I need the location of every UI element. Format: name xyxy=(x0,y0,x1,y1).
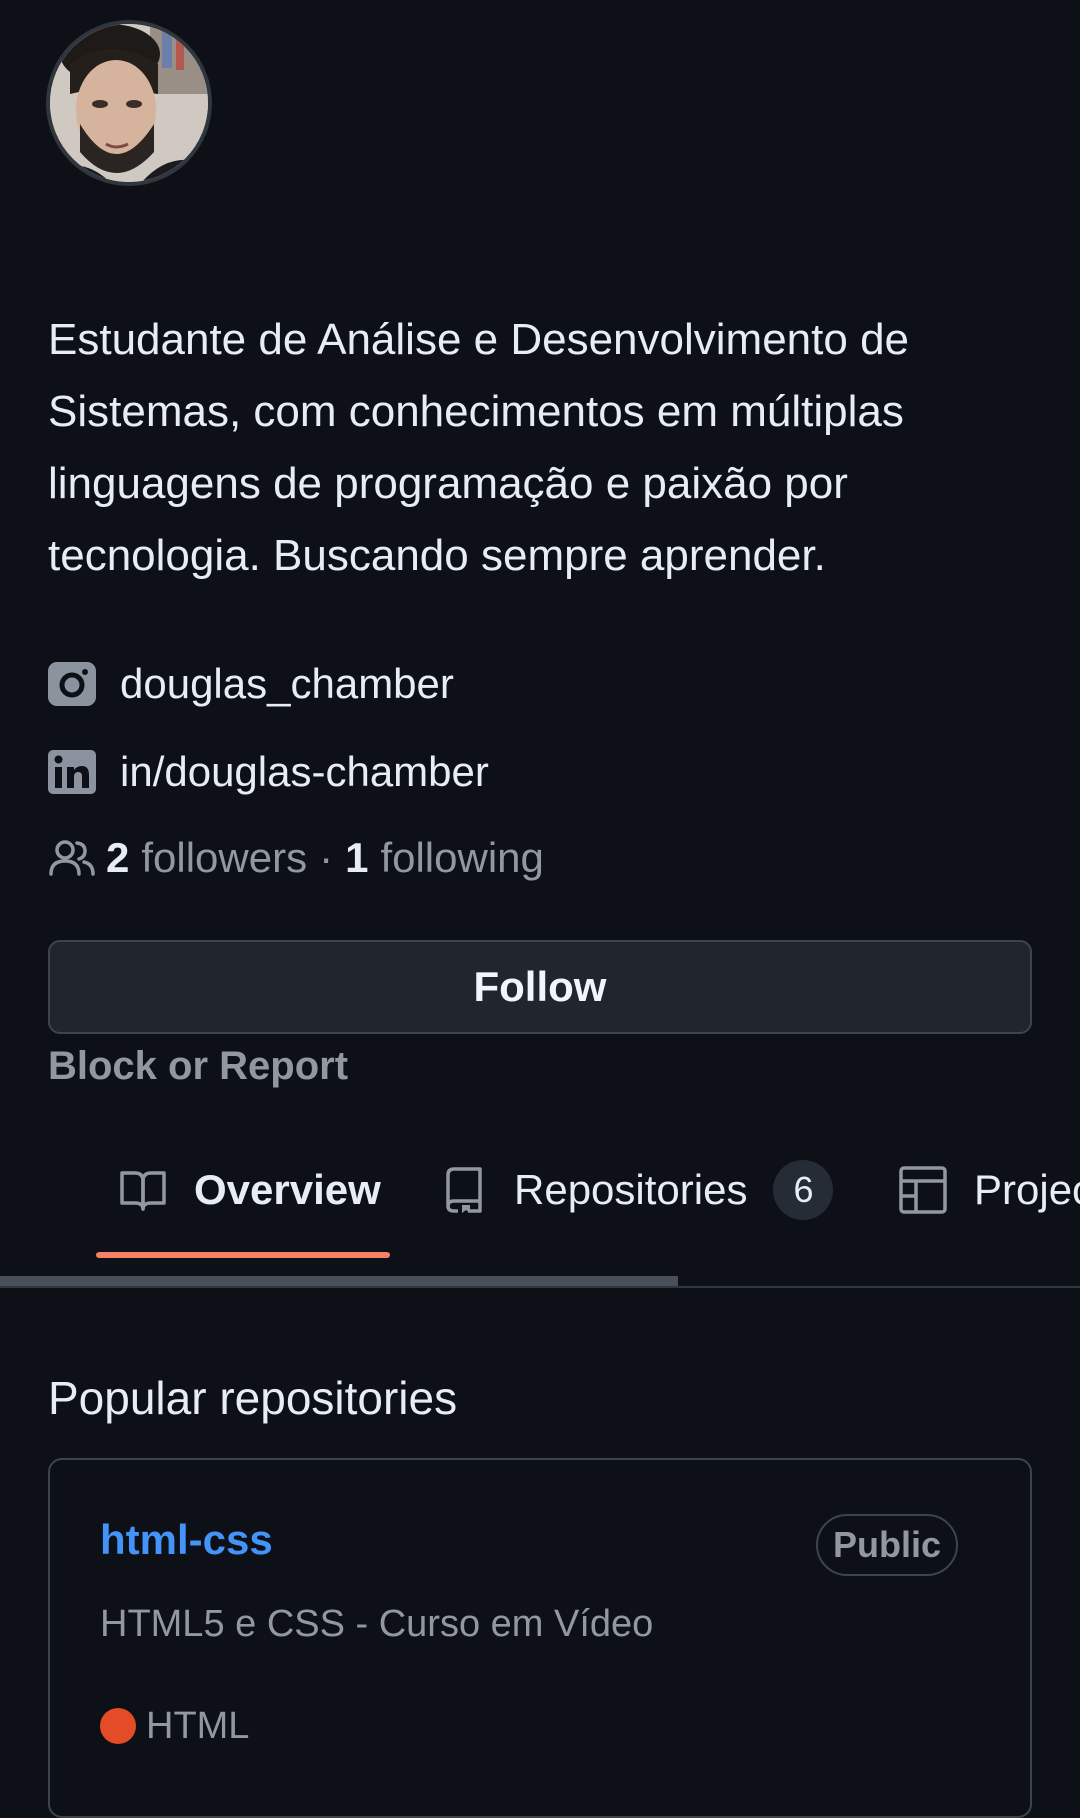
profile-bio: Estudante de Análise e Desenvolvimento d… xyxy=(48,315,910,580)
social-linkedin[interactable]: in/douglas-chamber xyxy=(48,744,489,800)
followers-count: 2 xyxy=(106,834,130,881)
avatar[interactable] xyxy=(46,20,212,186)
repo-description: HTML5 e CSS - Curso em Vídeo xyxy=(100,1603,654,1645)
tabs-scrollbar[interactable] xyxy=(0,1276,678,1286)
instagram-icon xyxy=(48,660,96,708)
separator-dot: · xyxy=(319,834,334,881)
instagram-handle[interactable]: douglas_chamber xyxy=(120,660,454,708)
social-instagram[interactable]: douglas_chamber xyxy=(48,656,454,712)
repo-icon xyxy=(438,1165,488,1215)
tab-projects-label: Projec xyxy=(974,1166,1080,1213)
tab-repositories-label: Repositories xyxy=(514,1166,748,1213)
visibility-badge: Public xyxy=(816,1514,958,1576)
language-label: HTML xyxy=(146,1704,250,1747)
selected-tab-indicator xyxy=(96,1252,390,1258)
tab-overview[interactable]: Overview xyxy=(118,1140,381,1240)
popular-repositories-heading: Popular repositories xyxy=(48,1372,458,1424)
project-table-icon xyxy=(898,1165,948,1215)
repo-language: HTML xyxy=(100,1700,249,1752)
tab-overview-label: Overview xyxy=(194,1166,381,1213)
tab-repositories[interactable]: Repositories 6 xyxy=(438,1140,834,1240)
language-color-dot xyxy=(100,1708,136,1744)
block-or-report-link[interactable]: Block or Report xyxy=(48,1040,348,1092)
profile-tabs: Overview Repositories 6 Projec xyxy=(0,1140,1080,1252)
repo-card: html-css Public HTML5 e CSS - Curso em V… xyxy=(48,1458,1032,1818)
people-icon xyxy=(48,834,96,882)
book-icon xyxy=(118,1165,168,1215)
avatar-photo xyxy=(50,24,208,182)
tab-projects[interactable]: Projec xyxy=(898,1140,1080,1240)
following-link[interactable]: 1 following xyxy=(345,834,544,882)
followers-row: 2 followers · 1 following xyxy=(48,830,544,886)
repo-name-link[interactable]: html-css xyxy=(100,1512,273,1568)
following-label: following xyxy=(380,834,544,881)
following-count: 1 xyxy=(345,834,369,881)
repositories-counter: 6 xyxy=(773,1160,834,1220)
tabs-divider xyxy=(0,1286,1080,1288)
followers-label: followers xyxy=(141,834,308,881)
follow-button[interactable]: Follow xyxy=(48,940,1032,1034)
followers-link[interactable]: 2 followers xyxy=(106,834,307,882)
linkedin-handle[interactable]: in/douglas-chamber xyxy=(120,748,489,796)
linkedin-icon xyxy=(48,748,96,796)
